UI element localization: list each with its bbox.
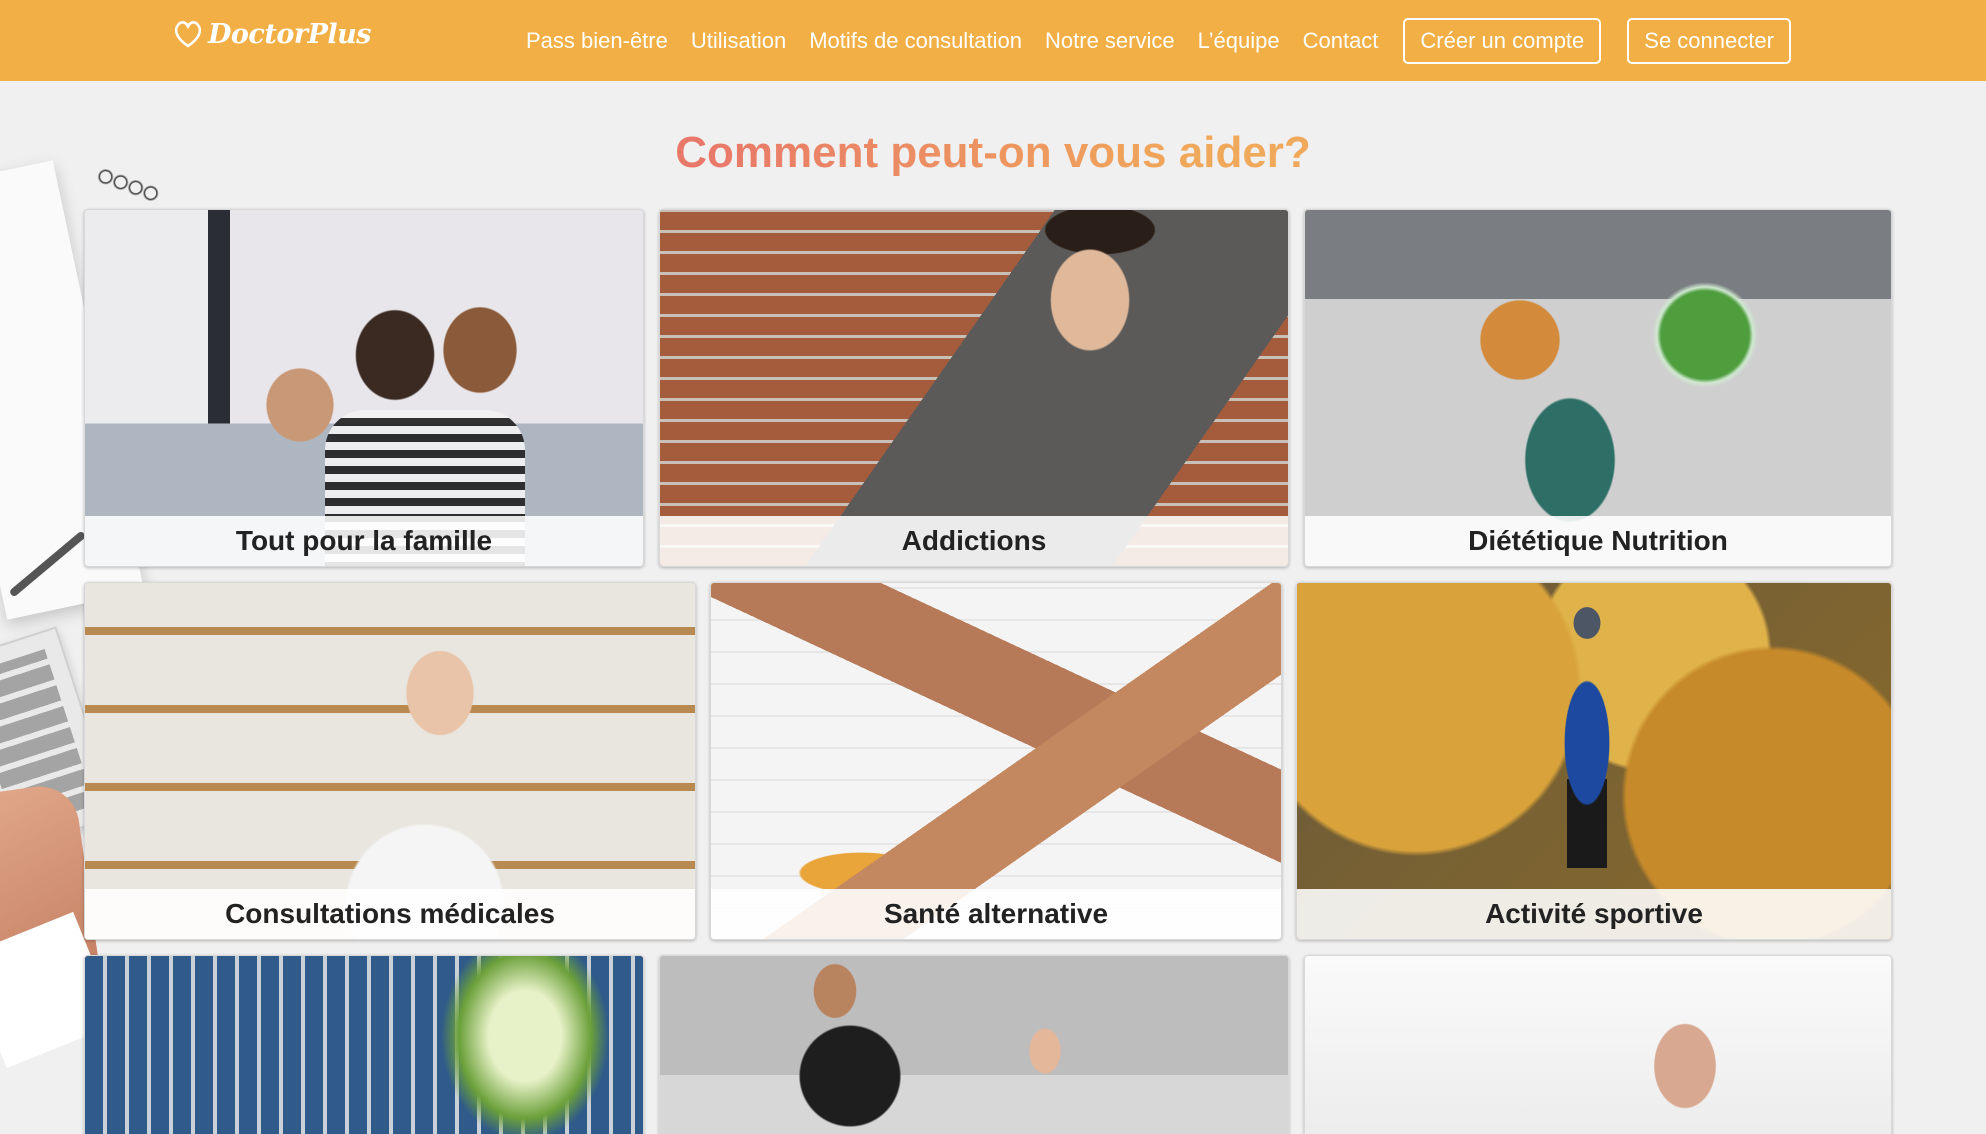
site-logo[interactable]: DoctorPlus: [172, 18, 371, 50]
card-label: Tout pour la famille: [85, 516, 643, 566]
card-label: Diététique Nutrition: [1305, 516, 1891, 566]
card-label: Activité sportive: [1297, 889, 1891, 939]
card-label: Santé alternative: [711, 889, 1281, 939]
card-laughing-man[interactable]: [1304, 955, 1892, 1134]
nav-motifs-consultation[interactable]: Motifs de consultation: [809, 28, 1022, 54]
card-sport[interactable]: Activité sportive: [1296, 582, 1892, 940]
card-yoga[interactable]: [659, 955, 1289, 1134]
main-navigation: Pass bien-être Utilisation Motifs de con…: [526, 0, 1815, 81]
card-label: Addictions: [660, 516, 1288, 566]
diet-photo: [1305, 210, 1891, 566]
signup-button[interactable]: Créer un compte: [1403, 17, 1602, 64]
card-alternative-health[interactable]: Santé alternative: [710, 582, 1282, 940]
runner-photo: [1297, 583, 1891, 939]
nav-pass-bien-etre[interactable]: Pass bien-être: [526, 28, 668, 54]
nav-utilisation[interactable]: Utilisation: [691, 28, 786, 54]
card-nutrition[interactable]: Diététique Nutrition: [1304, 209, 1892, 567]
site-header: DoctorPlus Pass bien-être Utilisation Mo…: [0, 0, 1986, 81]
logo-text: DoctorPlus: [208, 18, 371, 50]
doctor-photo: [85, 583, 695, 939]
family-photo: [85, 210, 643, 566]
yoga-photo: [660, 956, 1288, 1134]
building-photo: [85, 956, 643, 1134]
nav-notre-service[interactable]: Notre service: [1045, 28, 1175, 54]
card-addictions[interactable]: Addictions: [659, 209, 1289, 567]
nav-contact[interactable]: Contact: [1303, 28, 1379, 54]
page-title: Comment peut-on vous aider?: [0, 128, 1986, 178]
foot-massage-photo: [711, 583, 1281, 939]
nav-equipe[interactable]: L’équipe: [1198, 28, 1280, 54]
login-button[interactable]: Se connecter: [1627, 17, 1791, 64]
card-label: Consultations médicales: [85, 889, 695, 939]
pen-decoration: [8, 530, 87, 598]
laughing-man-photo: [1305, 956, 1891, 1134]
card-building[interactable]: [84, 955, 644, 1134]
card-family[interactable]: Tout pour la famille: [84, 209, 644, 567]
smoker-photo: [660, 210, 1288, 566]
card-consultations[interactable]: Consultations médicales: [84, 582, 696, 940]
heart-icon: [174, 21, 202, 48]
